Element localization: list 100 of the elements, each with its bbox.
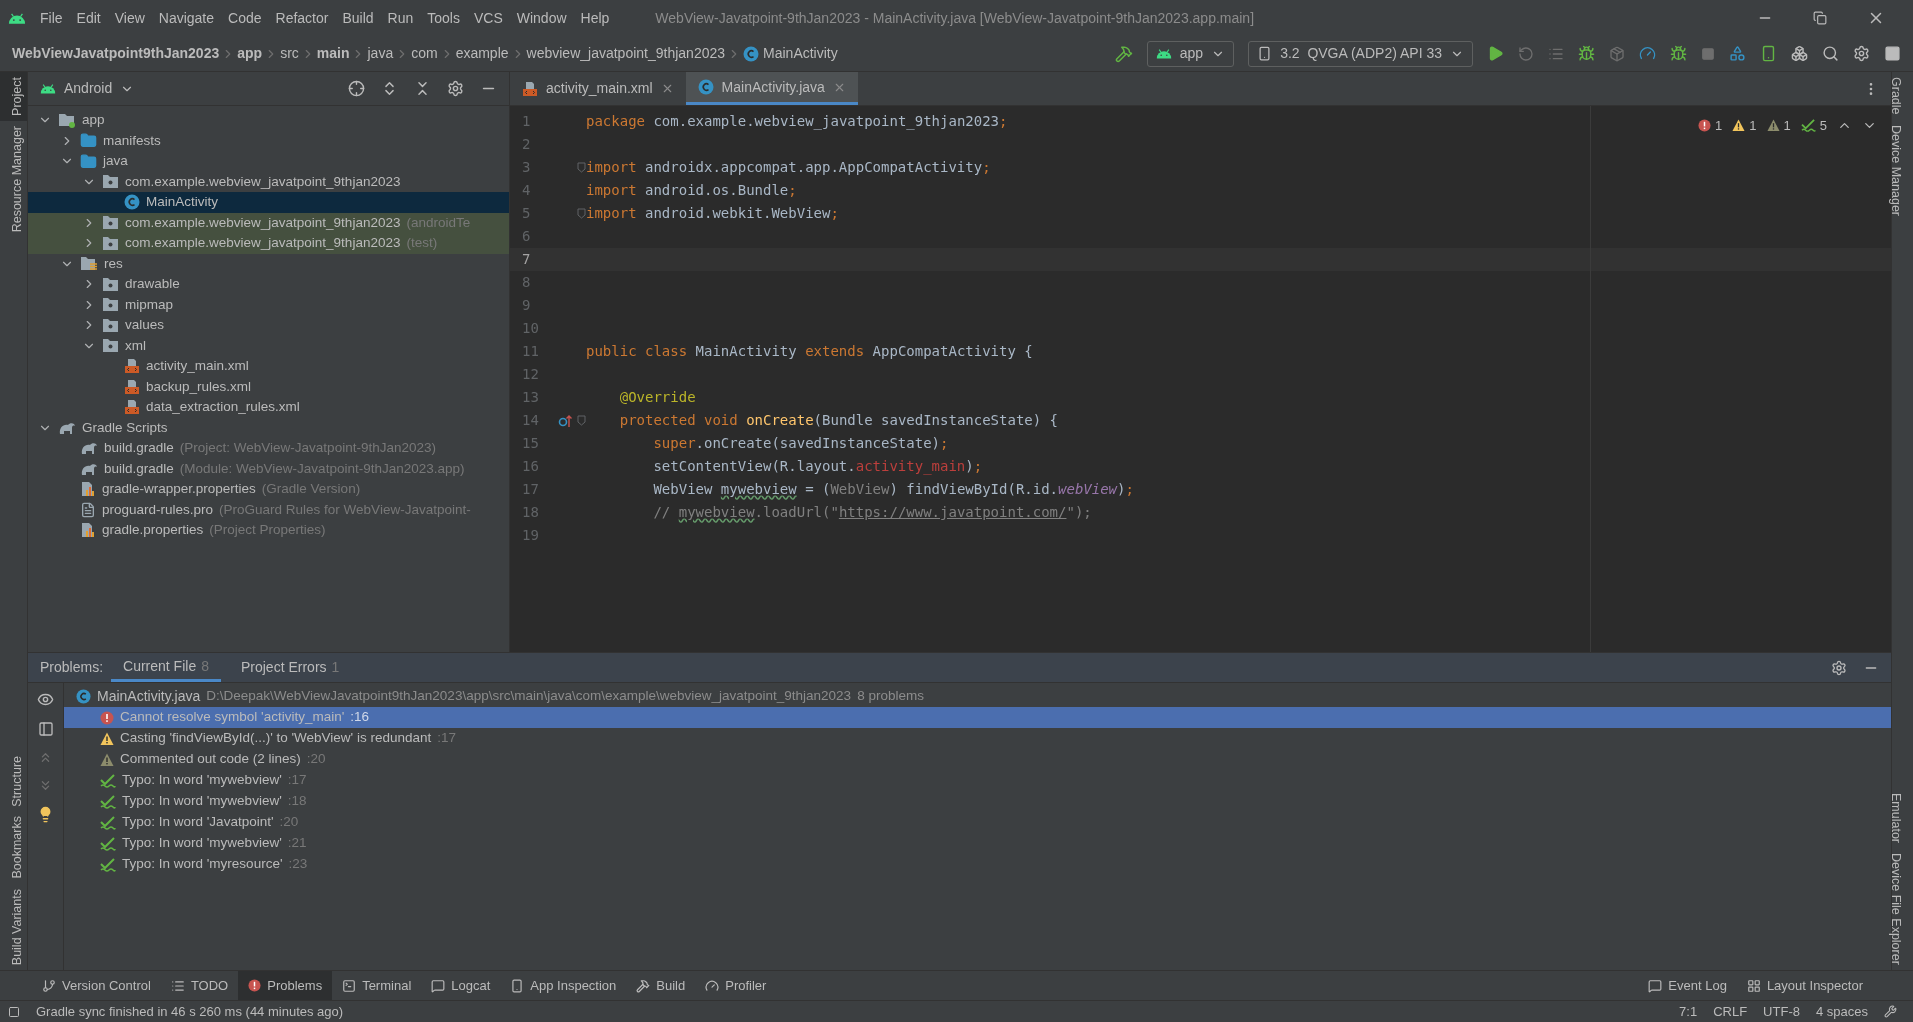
build-hammer-icon[interactable] <box>1114 44 1133 63</box>
tool-window-tab[interactable]: Project <box>0 72 27 121</box>
breadcrumb[interactable]: WebViewJavatpoint9thJan2023 <box>12 43 220 64</box>
editor-tab[interactable]: activity_main.xml <box>510 72 686 105</box>
tree-item[interactable]: build.gradle (Module: WebView-Javatpoint-9thJan2023.app) <box>28 458 509 479</box>
breadcrumb[interactable]: java <box>367 43 394 64</box>
module-dropdown[interactable]: app <box>1146 40 1235 67</box>
fold-marker-icon[interactable] <box>577 162 586 173</box>
tree-item[interactable]: backup_rules.xml <box>28 376 509 397</box>
tree-item[interactable]: res <box>28 253 509 274</box>
tree-item[interactable]: gradle.properties (Project Properties) <box>28 520 509 541</box>
file-name[interactable]: MainActivity.java <box>97 685 201 707</box>
tree-item[interactable]: com.example.webview_javatpoint_9thjan2023 <box>28 171 509 192</box>
tree-item[interactable]: java <box>28 151 509 172</box>
menu-item[interactable]: Edit <box>76 7 101 29</box>
menu-item[interactable]: File <box>40 7 63 29</box>
inspection-count[interactable]: 1 <box>1715 116 1723 136</box>
menu-item[interactable]: Code <box>228 7 262 29</box>
tool-window-tab[interactable]: Structure <box>0 750 27 812</box>
preview-icon[interactable] <box>37 721 54 737</box>
tool-window-tab[interactable]: Terminal <box>332 971 422 1000</box>
tree-item[interactable]: drawable <box>28 274 509 295</box>
scope-tab[interactable]: Current File 8 <box>111 653 221 682</box>
problem-item[interactable]: Cannot resolve symbol 'activity_main' :16 <box>64 707 1891 728</box>
tool-window-tab[interactable]: Resource Manager <box>0 120 27 238</box>
tree-item[interactable]: gradle-wrapper.properties (Gradle Version) <box>28 479 509 500</box>
tool-window-tab[interactable]: App Inspection <box>500 971 627 1000</box>
breadcrumb[interactable]: MainActivity <box>763 43 838 64</box>
tool-window-tab[interactable]: Problems <box>238 971 333 1000</box>
scope-tab[interactable]: Project Errors 1 <box>228 653 352 682</box>
tree-item[interactable]: manifests <box>28 130 509 151</box>
project-view-dropdown[interactable]: Android <box>64 78 113 99</box>
tree-item[interactable]: data_extraction_rules.xml <box>28 397 509 418</box>
tool-window-tab[interactable]: Event Log <box>1638 971 1737 1000</box>
debug-icon[interactable] <box>1578 45 1595 62</box>
breadcrumb[interactable]: webview_javatpoint_9thjan2023 <box>526 43 726 64</box>
menu-item[interactable]: Navigate <box>158 7 215 29</box>
tool-window-tab[interactable]: Logcat <box>421 971 501 1000</box>
search-icon[interactable] <box>1822 45 1839 62</box>
breadcrumb[interactable]: app <box>237 43 263 64</box>
tree-item[interactable]: app <box>28 110 509 131</box>
tool-window-tab[interactable]: Build <box>626 971 696 1000</box>
problem-item[interactable]: Commented out code (2 lines) :20 <box>64 749 1891 770</box>
inspection-count[interactable]: 1 <box>1783 116 1791 136</box>
fold-marker-icon[interactable] <box>577 415 586 426</box>
tree-item[interactable]: com.example.webview_javatpoint_9thjan2023 (test) <box>28 233 509 254</box>
tool-window-tab[interactable]: Layout Inspector <box>1736 971 1873 1000</box>
breadcrumb[interactable]: src <box>280 43 299 64</box>
tool-window-tab[interactable]: Emulator <box>1892 788 1913 849</box>
menu-item[interactable]: View <box>114 7 145 29</box>
problem-item[interactable]: Typo: In word 'Javatpoint' :20 <box>64 812 1891 833</box>
tree-item[interactable]: MainActivity <box>28 192 509 213</box>
problem-item[interactable]: Typo: In word 'mywebview' :18 <box>64 791 1891 812</box>
menu-item[interactable]: Window <box>516 7 567 29</box>
tree-item[interactable]: com.example.webview_javatpoint_9thjan2023 (androidTe <box>28 212 509 233</box>
eye-icon[interactable] <box>37 691 54 708</box>
tool-window-tab[interactable]: Gradle <box>1892 72 1913 120</box>
settings-icon[interactable] <box>1853 45 1870 62</box>
tool-window-tab[interactable]: Bookmarks <box>0 811 27 884</box>
tool-window-tab[interactable]: TODO <box>160 971 239 1000</box>
breadcrumb[interactable]: com <box>411 43 438 64</box>
breadcrumb[interactable]: main <box>316 43 350 64</box>
device-dropdown[interactable]: 3.2 QVGA (ADP2) API 33 <box>1248 40 1473 67</box>
settings-icon[interactable] <box>1831 659 1847 676</box>
tree-item[interactable]: Gradle Scripts <box>28 417 509 438</box>
tool-window-tab[interactable]: Version Control <box>32 971 161 1000</box>
editor-tab[interactable]: MainActivity.java <box>685 72 858 105</box>
run-icon[interactable] <box>1487 45 1504 62</box>
restore-icon[interactable] <box>1813 11 1827 25</box>
settings-icon[interactable] <box>447 80 464 97</box>
menu-item[interactable]: Help <box>580 7 610 29</box>
tree-item[interactable]: proguard-rules.pro (ProGuard Rules for WebView-Javatpoint- <box>28 499 509 520</box>
wrench-icon[interactable] <box>1884 1005 1897 1018</box>
inspection-count[interactable]: 1 <box>1749 116 1757 136</box>
tree-item[interactable]: xml <box>28 335 509 356</box>
problem-item[interactable]: Typo: In word 'mywebview' :17 <box>64 770 1891 791</box>
problem-item[interactable]: Casting 'findViewById(...)' to 'WebView' is redundant :17 <box>64 728 1891 749</box>
menu-item[interactable]: Run <box>387 7 414 29</box>
tool-window-tab[interactable]: Profiler <box>695 971 777 1000</box>
tree-item[interactable]: mipmap <box>28 294 509 315</box>
file-encoding[interactable]: UTF-8 <box>1763 1001 1800 1022</box>
locate-icon[interactable] <box>348 80 365 97</box>
menu-item[interactable]: Refactor <box>275 7 329 29</box>
line-separator[interactable]: CRLF <box>1713 1001 1748 1022</box>
bug-icon[interactable] <box>1670 45 1687 62</box>
tree-item[interactable]: build.gradle (Project: WebView-Javatpoint-9thJan2023) <box>28 438 509 459</box>
menu-item[interactable]: Build <box>342 7 374 29</box>
tree-item[interactable]: values <box>28 315 509 336</box>
menu-item[interactable]: VCS <box>473 7 503 29</box>
override-marker-icon[interactable] <box>558 413 572 428</box>
panel-toggle-icon[interactable] <box>8 1005 20 1018</box>
fold-marker-icon[interactable] <box>577 208 586 219</box>
menu-item[interactable]: Tools <box>427 7 460 29</box>
caret-position[interactable]: 7:1 <box>1679 1001 1698 1022</box>
breadcrumb[interactable]: example <box>455 43 509 64</box>
problem-item[interactable]: Typo: In word 'mywebview' :21 <box>64 833 1891 854</box>
indent-setting[interactable]: 4 spaces <box>1815 1001 1868 1022</box>
tool-window-tab[interactable]: Build Variants <box>0 883 27 970</box>
inspection-count[interactable]: 5 <box>1819 116 1827 136</box>
tree-item[interactable]: activity_main.xml <box>28 356 509 377</box>
